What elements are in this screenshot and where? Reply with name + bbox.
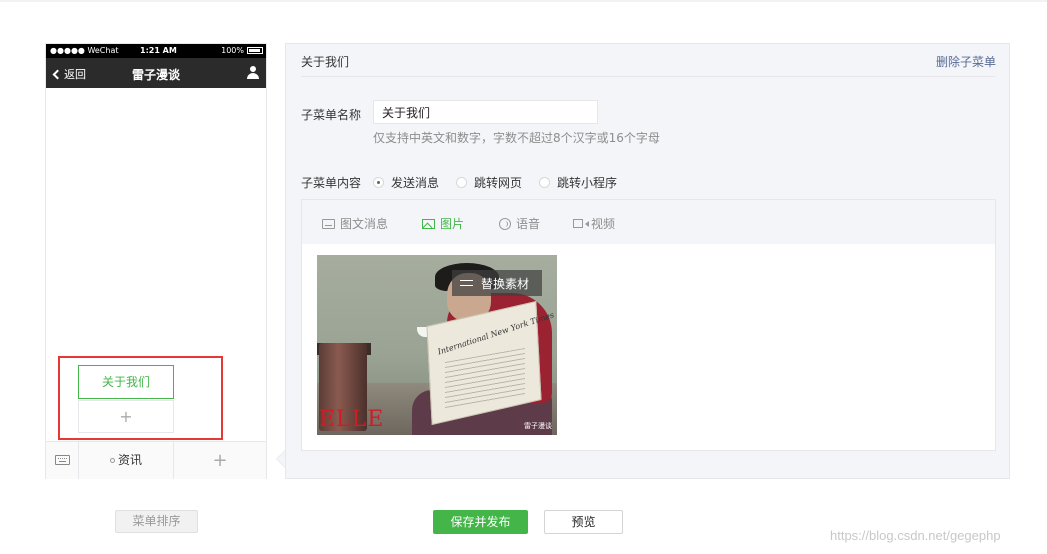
delete-submenu-link[interactable]: 删除子菜单	[936, 53, 996, 70]
keyboard-icon[interactable]	[46, 442, 79, 479]
name-label: 子菜单名称	[301, 108, 362, 122]
battery-icon	[247, 47, 263, 54]
radio-unchecked-icon	[456, 177, 468, 188]
add-menu-button[interactable]: +	[174, 442, 266, 479]
page-watermark: https://blog.csdn.net/gegephp	[830, 528, 1001, 543]
content-label: 子菜单内容	[301, 176, 362, 190]
radio-open-miniprogram[interactable]: 跳转小程序	[539, 174, 617, 191]
preview-button[interactable]: 预览	[544, 510, 623, 534]
message-content-box: 图文消息 图片 语音 视频 International New York Tim…	[301, 199, 996, 451]
swap-icon	[460, 278, 474, 288]
voice-icon	[499, 217, 511, 230]
custom-menu-bar: 资讯 +	[46, 441, 266, 479]
radio-label: 跳转网页	[474, 176, 523, 190]
news-icon	[322, 218, 335, 229]
status-time: 1:21 AM	[140, 46, 177, 55]
menu-item-news[interactable]: 资讯	[79, 442, 174, 479]
image-icon	[422, 218, 435, 229]
video-icon	[573, 219, 583, 228]
name-hint: 仅支持中英文和数字，字数不超过8个汉字或16个字母	[373, 131, 660, 145]
radio-label: 跳转小程序	[557, 176, 618, 190]
radio-label: 发送消息	[391, 176, 440, 190]
replace-label: 替换素材	[481, 276, 530, 291]
menu-item-label: 资讯	[117, 453, 142, 467]
message-type-tabs: 图文消息 图片 语音 视频	[302, 200, 995, 244]
tab-voice[interactable]: 语音	[499, 215, 540, 232]
top-rule	[0, 0, 1047, 2]
editor-title: 关于我们	[301, 55, 350, 69]
submenu-name-input[interactable]	[373, 100, 598, 124]
content-type-radios: 发送消息 跳转网页 跳转小程序	[373, 174, 634, 191]
status-bar: ●●●●● WeChat 1:21 AM 100%	[46, 44, 266, 58]
phone-nav-bar: 返回 雷子漫谈	[46, 58, 266, 88]
carrier-label: ●●●●● WeChat	[50, 46, 119, 55]
radio-checked-icon	[373, 177, 384, 188]
tab-news[interactable]: 图文消息	[322, 215, 388, 232]
selected-image-preview: International New York Times ELLE 雷子漫谈 替…	[317, 255, 557, 435]
magazine-brand-mark: ELLE	[319, 407, 385, 432]
highlight-box	[58, 356, 223, 440]
tab-video[interactable]: 视频	[573, 215, 615, 232]
radio-unchecked-icon	[539, 177, 551, 188]
tab-label: 图片	[440, 217, 465, 231]
replace-material-button[interactable]: 替换素材	[452, 270, 542, 296]
submenu-editor: 关于我们 删除子菜单 子菜单名称 仅支持中英文和数字，字数不超过8个汉字或16个…	[285, 43, 1010, 479]
editor-pointer-inner	[277, 451, 285, 467]
account-title: 雷子漫谈	[131, 68, 180, 82]
tab-label: 视频	[591, 217, 616, 231]
radio-send-message[interactable]: 发送消息	[373, 174, 439, 191]
user-icon[interactable]	[247, 66, 259, 79]
menu-sort-button[interactable]: 菜单排序	[115, 510, 198, 533]
tab-image[interactable]: 图片	[422, 215, 464, 232]
save-publish-button[interactable]: 保存并发布	[433, 510, 528, 534]
radio-open-webpage[interactable]: 跳转网页	[456, 174, 522, 191]
editor-header: 关于我们 删除子菜单	[301, 44, 996, 77]
tab-label: 语音	[516, 217, 541, 231]
submenu-dot-icon	[109, 458, 115, 463]
battery-percent: 100%	[221, 46, 244, 55]
image-watermark: 雷子漫谈	[524, 422, 552, 430]
tab-label: 图文消息	[340, 217, 389, 231]
